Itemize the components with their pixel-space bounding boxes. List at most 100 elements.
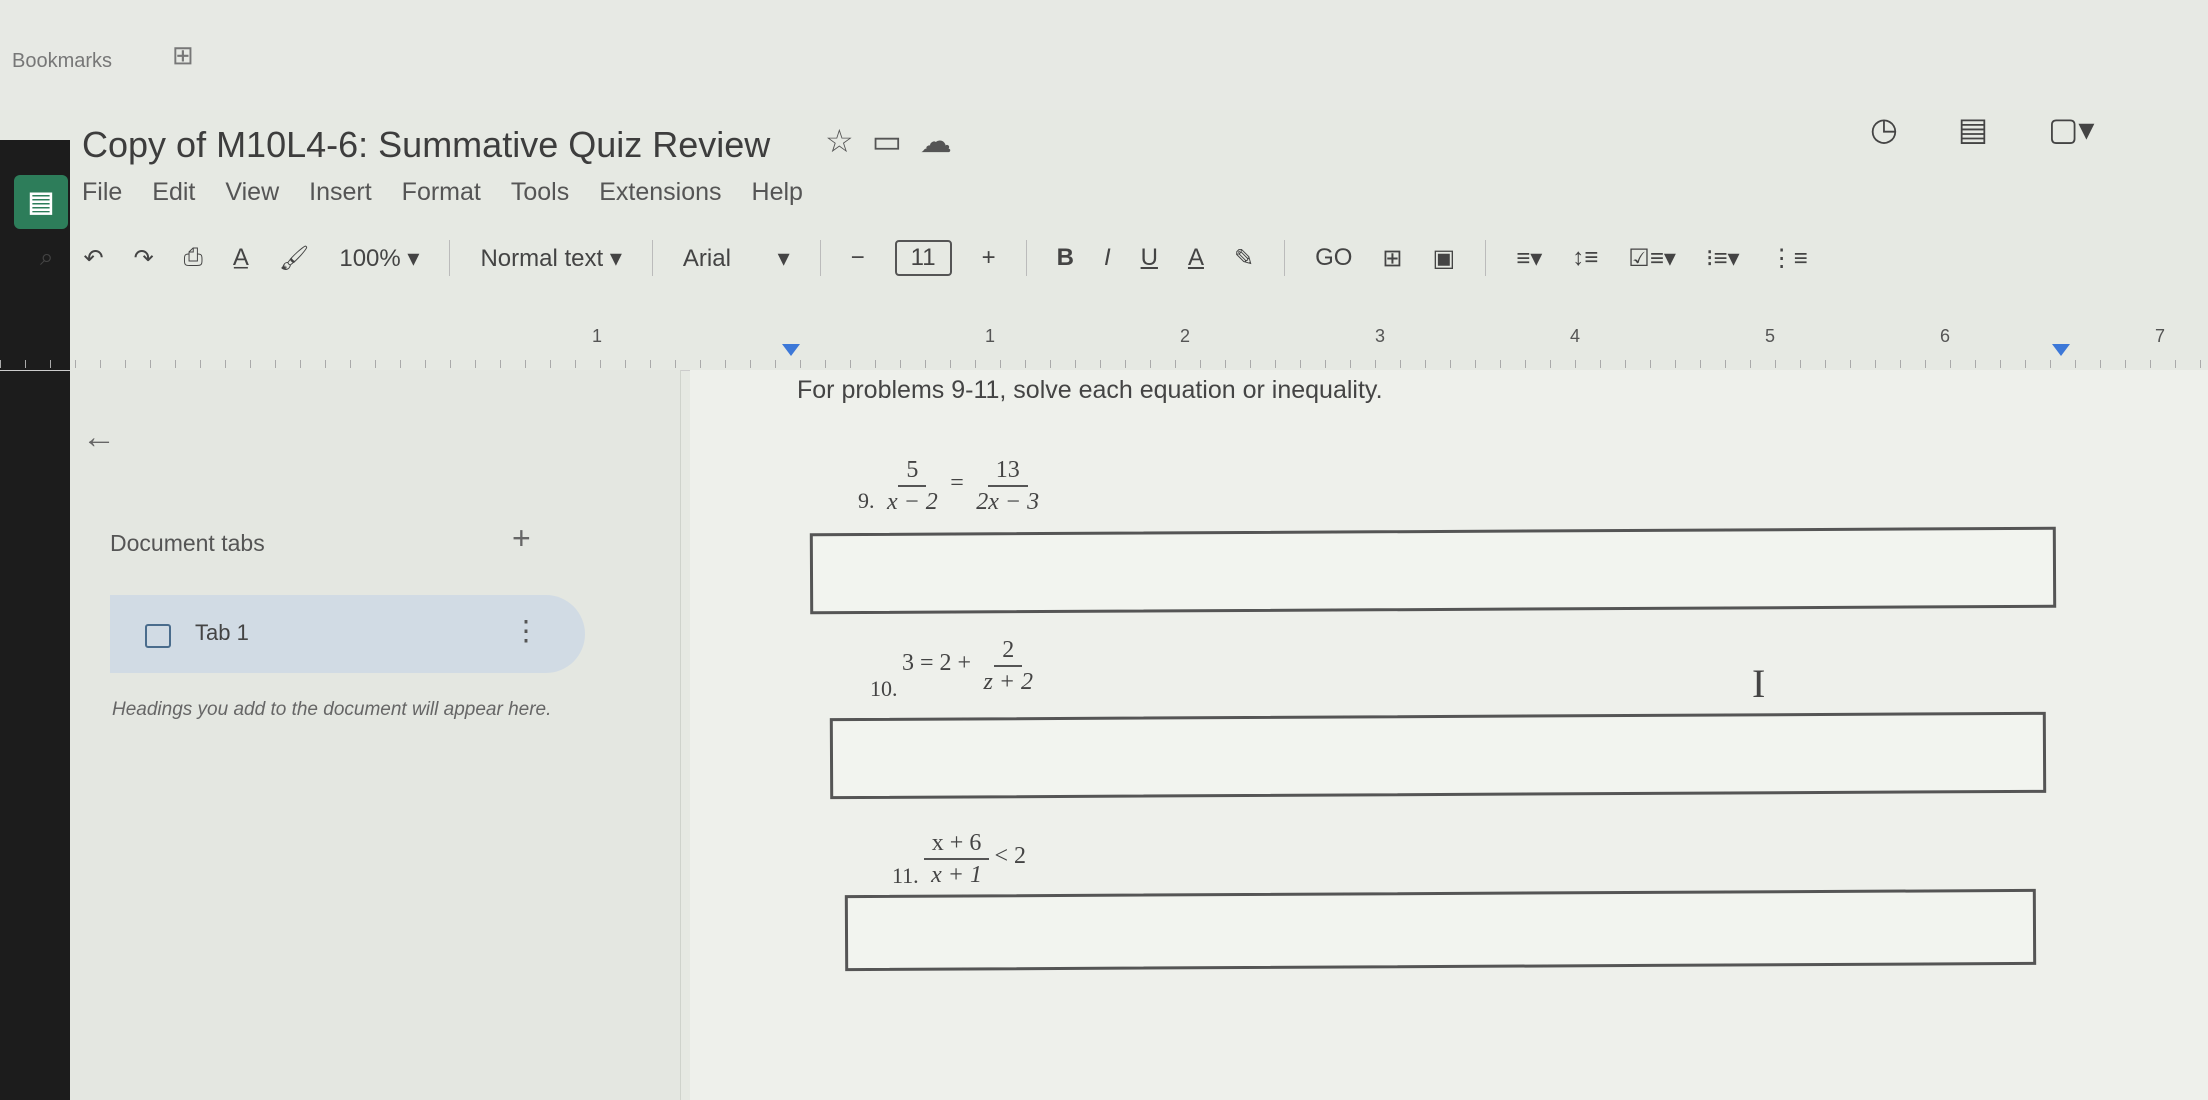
denominator: z + 2: [983, 669, 1034, 695]
line-spacing-icon[interactable]: ↕≡: [1572, 244, 1598, 272]
zoom-value: 100%: [339, 244, 401, 272]
menu-tools[interactable]: Tools: [511, 178, 569, 207]
document-tabs-heading: Document tabs: [110, 530, 265, 556]
fraction: 5 x − 2: [879, 455, 946, 517]
docs-logo-icon[interactable]: ▤: [14, 175, 68, 229]
ruler-number: 6: [1940, 326, 1951, 346]
document-tabs-panel: [70, 370, 681, 1100]
tab-label: Tab 1: [195, 620, 249, 645]
tab-icon: [145, 624, 171, 648]
menu-view[interactable]: View: [225, 178, 279, 207]
history-icon[interactable]: ◷: [1870, 110, 1898, 148]
font-size-input[interactable]: 11: [894, 240, 952, 276]
menu-file[interactable]: File: [82, 178, 122, 207]
back-arrow-icon[interactable]: ←: [82, 418, 116, 457]
inequality-tail: < 2: [994, 843, 1026, 870]
window-edge: [0, 140, 70, 1100]
ruler-ticks: [0, 360, 2208, 368]
ruler-number: 1: [592, 326, 603, 346]
text-cursor-icon: I: [1752, 661, 1766, 706]
header-actions: ◷ ▤ ▢▾: [1870, 110, 2094, 148]
search-icon[interactable]: ⌕: [40, 244, 53, 272]
tab-options-icon[interactable]: ⋮: [512, 614, 540, 647]
print-icon[interactable]: ⎙: [184, 244, 203, 272]
underline-button[interactable]: U: [1141, 244, 1158, 272]
toolbar: ⌕ ↶ ↷ ⎙ A̲ 🖌 100% ▾ Normal text ▾ Arial …: [40, 233, 2208, 283]
apps-grid-icon[interactable]: ⊞: [172, 40, 194, 71]
document-title[interactable]: Copy of M10L4-6: Summative Quiz Review: [82, 124, 770, 166]
insert-image-icon[interactable]: ▣: [1433, 244, 1456, 273]
redo-icon[interactable]: ↷: [134, 244, 154, 273]
numerator: 5: [898, 455, 927, 487]
menu-insert[interactable]: Insert: [309, 178, 372, 207]
problem-10: 10. 3 = 2 + 2 z + 2: [870, 635, 1041, 702]
denominator: 2x − 3: [976, 489, 1040, 515]
fraction: 13 2x − 3: [968, 455, 1047, 517]
ruler-number: 7: [2155, 326, 2166, 346]
add-comment-icon[interactable]: ⊞: [1382, 244, 1402, 273]
answer-box-10[interactable]: [829, 711, 2047, 800]
problem-9: 9. 5 x − 2 = 13 2x − 3: [858, 455, 1047, 517]
star-icon[interactable]: ☆: [825, 123, 872, 159]
ruler-number: 3: [1375, 326, 1386, 346]
fraction: x + 6 x + 1: [923, 828, 990, 890]
align-icon[interactable]: ≡▾: [1516, 244, 1542, 273]
checklist-icon[interactable]: ☑≡▾: [1628, 244, 1676, 273]
move-folder-icon[interactable]: ▭: [872, 123, 920, 159]
problem-11: 11. x + 6 x + 1 < 2: [892, 828, 1026, 890]
numbered-list-icon[interactable]: ⋮≡: [1770, 244, 1808, 273]
spellcheck-icon[interactable]: A̲: [233, 244, 249, 272]
comments-icon[interactable]: ▤: [1958, 110, 1988, 148]
ruler-number: 5: [1765, 326, 1776, 346]
bold-button[interactable]: B: [1057, 244, 1074, 272]
denominator: x − 2: [886, 489, 938, 515]
problem-instructions: For problems 9-11, solve each equation o…: [797, 376, 1383, 404]
italic-button[interactable]: I: [1104, 244, 1111, 272]
divider: [1485, 240, 1487, 276]
add-tab-button[interactable]: +: [512, 520, 531, 557]
style-value: Normal text: [480, 244, 604, 272]
left-indent-marker[interactable]: [782, 344, 800, 356]
ruler-number: 4: [1570, 326, 1581, 346]
highlight-icon[interactable]: ✎: [1234, 244, 1254, 273]
menu-help[interactable]: Help: [752, 178, 803, 207]
ruler[interactable]: 1 1 2 3 4 5 6 7: [0, 300, 2208, 371]
operator: =: [950, 470, 964, 497]
bookmarks-bar: [0, 0, 2208, 110]
right-indent-marker[interactable]: [2052, 344, 2070, 356]
answer-box-9[interactable]: [809, 526, 2057, 615]
bullet-list-icon[interactable]: ⁝≡▾: [1706, 244, 1740, 273]
problem-number: 11.: [892, 863, 919, 889]
numerator: 13: [987, 455, 1028, 487]
fraction: 2 z + 2: [975, 635, 1041, 697]
problem-number: 9.: [858, 488, 875, 514]
ruler-number: 2: [1180, 326, 1191, 346]
decrease-font-icon[interactable]: −: [851, 244, 865, 272]
divider: [819, 240, 821, 276]
undo-icon[interactable]: ↶: [83, 244, 103, 273]
paint-format-icon[interactable]: 🖌: [279, 244, 309, 273]
equation-lead: 3 = 2 +: [901, 650, 972, 677]
divider: [651, 240, 653, 276]
divider: [1025, 240, 1027, 276]
cloud-status-icon[interactable]: ☁: [920, 123, 970, 159]
problem-number: 10.: [870, 676, 898, 702]
menu-edit[interactable]: Edit: [152, 178, 195, 207]
numerator: x + 6: [923, 828, 990, 860]
meet-icon[interactable]: ▢▾: [2048, 110, 2094, 148]
menu-bar: File Edit View Insert Format Tools Exten…: [82, 178, 803, 207]
increase-font-icon[interactable]: +: [982, 244, 996, 272]
bookmarks-label[interactable]: Bookmarks: [12, 50, 112, 73]
style-select[interactable]: Normal text ▾: [480, 244, 621, 273]
text-color-button[interactable]: A: [1188, 244, 1204, 272]
answer-box-11[interactable]: [844, 888, 2037, 972]
font-select[interactable]: Arial ▾: [683, 244, 790, 273]
insert-link-button[interactable]: GO: [1315, 244, 1352, 272]
menu-format[interactable]: Format: [402, 178, 481, 207]
title-icons: ☆▭☁: [825, 122, 970, 160]
menu-extensions[interactable]: Extensions: [599, 178, 721, 207]
zoom-select[interactable]: 100% ▾: [339, 244, 419, 273]
numerator: 2: [994, 635, 1023, 667]
headings-hint: Headings you add to the document will ap…: [112, 699, 552, 720]
divider: [449, 240, 451, 276]
